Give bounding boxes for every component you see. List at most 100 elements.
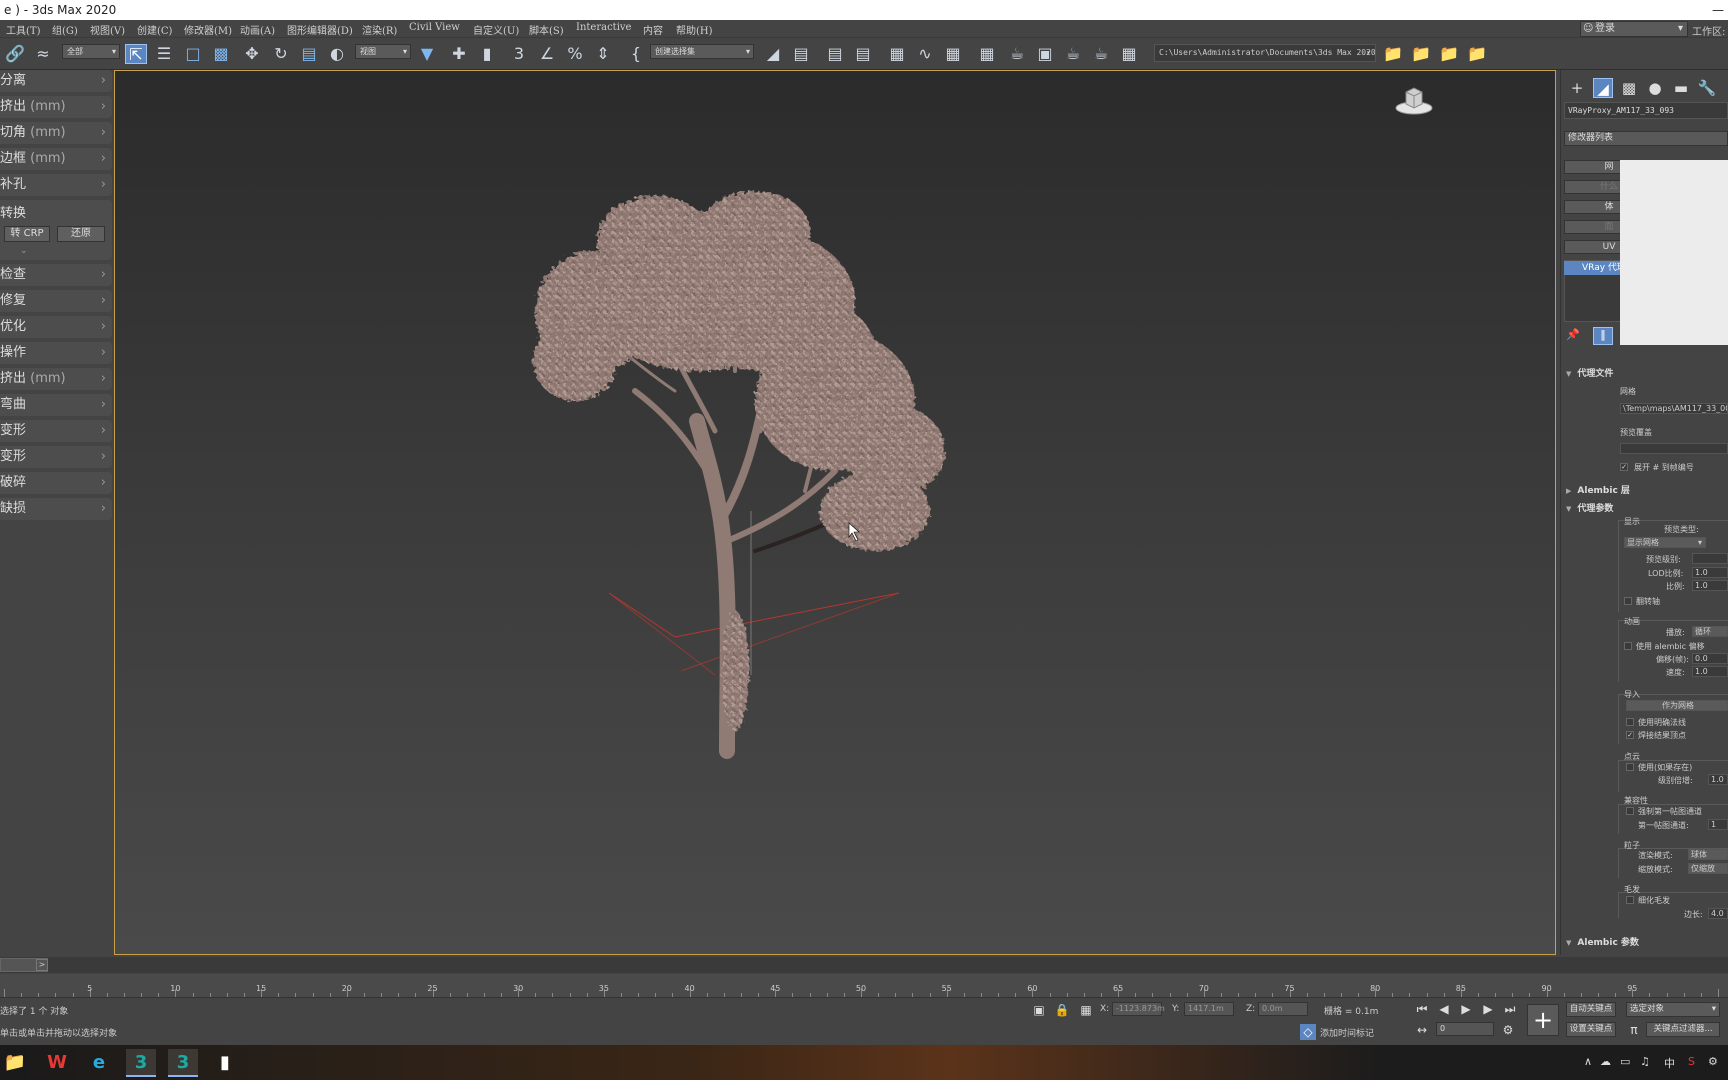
volume-icon[interactable]: ♫ bbox=[1640, 1055, 1650, 1068]
pivot-center-icon[interactable]: ▼ bbox=[416, 44, 438, 64]
add-time-tag[interactable]: 添加时间标记 bbox=[1320, 1026, 1374, 1039]
scale-icon[interactable]: ▤ bbox=[298, 44, 320, 64]
menu-group[interactable]: 组(G) bbox=[52, 22, 78, 37]
schematic-view-icon[interactable]: ▦ bbox=[942, 44, 964, 64]
notification-icon[interactable]: ⚙ bbox=[1708, 1055, 1718, 1068]
expand-frame-checkbox[interactable]: ✓ bbox=[1620, 463, 1628, 471]
lp-item-deform-2[interactable]: 变形 › bbox=[0, 446, 112, 468]
offset-frames-field[interactable]: 0.0 bbox=[1692, 653, 1728, 664]
open-project-icon[interactable]: 📁 bbox=[1438, 44, 1460, 64]
motion-tab-icon[interactable]: ● bbox=[1645, 78, 1665, 98]
modifier-list-dropdown[interactable]: 修改器列表 bbox=[1564, 131, 1728, 146]
menu-interactive[interactable]: Interactive bbox=[576, 22, 631, 33]
project-settings-icon[interactable]: 📁 bbox=[1466, 44, 1488, 64]
menu-help[interactable]: 帮助(H) bbox=[676, 22, 713, 37]
lp-item-extrude-2[interactable]: 挤出 (mm) › bbox=[0, 368, 112, 390]
select-by-name-icon[interactable]: ☰ bbox=[153, 44, 175, 64]
rotate-icon[interactable]: ↻ bbox=[270, 44, 292, 64]
select-manipulate-icon[interactable]: ✚ bbox=[448, 44, 470, 64]
first-map-channel-field[interactable]: 1 bbox=[1708, 819, 1728, 830]
named-selection-icon[interactable]: { bbox=[625, 44, 647, 64]
utilities-tab-icon[interactable]: 🔧 bbox=[1697, 78, 1717, 98]
select-object-icon[interactable]: ⇱ bbox=[125, 44, 147, 64]
play-icon[interactable]: ▶ bbox=[1458, 1001, 1474, 1017]
key-filters-icon[interactable]: π bbox=[1626, 1022, 1642, 1038]
tessellate-hair-checkbox[interactable] bbox=[1626, 896, 1634, 904]
rendered-frame-icon[interactable]: ▣ bbox=[1034, 44, 1056, 64]
level-mult-field[interactable]: 1.0 bbox=[1708, 774, 1728, 785]
curve-editor-icon[interactable]: ∿ bbox=[914, 44, 936, 64]
z-coord-field[interactable]: 0.0m bbox=[1258, 1002, 1308, 1016]
absolute-mode-icon[interactable]: ▦ bbox=[1078, 1002, 1094, 1018]
scene-explorer-icon[interactable]: ▦ bbox=[886, 44, 908, 64]
ime-indicator[interactable]: 中 bbox=[1664, 1055, 1675, 1071]
lp-item-detach[interactable]: 分离 › bbox=[0, 70, 112, 92]
gizmo-y-axis[interactable] bbox=[674, 592, 900, 638]
show-end-result-icon[interactable]: ‖ bbox=[1593, 327, 1613, 345]
time-config-icon[interactable]: ⚙ bbox=[1500, 1022, 1516, 1038]
menu-civil-view[interactable]: Civil View bbox=[409, 22, 460, 33]
go-to-end-icon[interactable]: ⏭ bbox=[1502, 1001, 1518, 1017]
lp-item-shatter[interactable]: 破碎 › bbox=[0, 472, 112, 494]
speed-field[interactable]: 1.0 bbox=[1692, 666, 1728, 677]
go-to-start-icon[interactable]: ⏮ bbox=[1414, 1001, 1430, 1017]
snaps-toggle-icon[interactable]: 3 bbox=[508, 44, 530, 64]
lp-item-border[interactable]: 边框 (mm) › bbox=[0, 148, 112, 170]
perspective-viewport[interactable] bbox=[114, 70, 1556, 955]
viewcube-icon[interactable] bbox=[1394, 82, 1434, 118]
reference-coord-dropdown[interactable]: 视图 ▾ bbox=[355, 44, 411, 59]
project-path-dropdown[interactable]: C:\Users\Administrator\Documents\3ds Max… bbox=[1154, 44, 1376, 62]
auto-key-button[interactable]: 自动关键点 bbox=[1566, 1002, 1616, 1017]
cloud-icon[interactable]: ☁ bbox=[1600, 1055, 1611, 1068]
rollout-proxy-file[interactable]: ▼ 代理文件 bbox=[1566, 366, 1613, 379]
sogou-icon[interactable]: S bbox=[1688, 1055, 1695, 1068]
y-coord-field[interactable]: 1417.1m bbox=[1184, 1002, 1234, 1016]
lp-item-chamfer[interactable]: 切角 (mm) › bbox=[0, 122, 112, 144]
mirror-icon[interactable]: ◢ bbox=[762, 44, 784, 64]
modify-tab-icon[interactable]: ◢ bbox=[1593, 78, 1613, 98]
percent-snap-icon[interactable]: % bbox=[564, 44, 586, 64]
placement-icon[interactable]: ◐ bbox=[326, 44, 348, 64]
x-coord-field[interactable]: -1123.873m bbox=[1112, 1002, 1165, 1016]
align-icon[interactable]: ▤ bbox=[790, 44, 812, 64]
lp-item-optimize[interactable]: 优化 › bbox=[0, 316, 112, 338]
move-icon[interactable]: ✥ bbox=[241, 44, 263, 64]
lp-item-damage[interactable]: 缺损 › bbox=[0, 498, 112, 520]
lock-selection-icon[interactable]: 🔒 bbox=[1054, 1002, 1070, 1018]
toggle-ribbon-icon[interactable]: ▤ bbox=[852, 44, 874, 64]
set-key-button[interactable]: 设置关键点 bbox=[1566, 1022, 1616, 1037]
menu-modifiers[interactable]: 修改器(M) bbox=[184, 22, 232, 37]
render-mode-dropdown[interactable]: 球体 bbox=[1688, 849, 1728, 860]
named-selection-dropdown[interactable]: 创建选择集 ▾ bbox=[650, 44, 754, 59]
max-icon[interactable]: 3 bbox=[126, 1049, 156, 1077]
menu-animation[interactable]: 动画(A) bbox=[240, 22, 275, 37]
set-key-icon[interactable]: + bbox=[1527, 1004, 1559, 1036]
menu-tools[interactable]: 工具(T) bbox=[6, 22, 40, 37]
bind-space-warp-icon[interactable]: ≈ bbox=[32, 44, 54, 64]
network-icon[interactable]: ▭ bbox=[1620, 1055, 1630, 1068]
project-folder-icon[interactable]: 📁 bbox=[1382, 44, 1404, 64]
rollout-alembic-params[interactable]: ▼ Alembic 参数 bbox=[1566, 935, 1639, 948]
ratio-field[interactable]: 1.0 bbox=[1692, 580, 1728, 591]
spinner-snap-icon[interactable]: ⇕ bbox=[592, 44, 614, 64]
lp-item-deform[interactable]: 变形 › bbox=[0, 420, 112, 442]
rollout-alembic-layers[interactable]: ▶ Alembic 层 bbox=[1566, 483, 1630, 496]
edge-icon[interactable]: e bbox=[84, 1049, 114, 1077]
hierarchy-tab-icon[interactable]: ▩ bbox=[1619, 78, 1639, 98]
display-tab-icon[interactable]: ▬ bbox=[1671, 78, 1691, 98]
pin-stack-icon[interactable]: 📌 bbox=[1566, 328, 1580, 341]
isolate-selection-icon[interactable]: ▣ bbox=[1031, 1002, 1047, 1018]
force-first-map-checkbox[interactable] bbox=[1626, 807, 1634, 815]
menu-rendering[interactable]: 渲染(R) bbox=[362, 22, 397, 37]
menu-content[interactable]: 内容 bbox=[643, 22, 663, 37]
set-project-icon[interactable]: 📁 bbox=[1410, 44, 1432, 64]
menu-scripting[interactable]: 脚本(S) bbox=[529, 22, 564, 37]
render-setup-icon[interactable]: ☕ bbox=[1006, 44, 1028, 64]
lod-ratio-field[interactable]: 1.0 bbox=[1692, 567, 1728, 578]
file-icon[interactable]: ▮ bbox=[210, 1049, 240, 1077]
next-frame-icon[interactable]: > bbox=[36, 959, 48, 971]
max-icon-2[interactable]: 3 bbox=[168, 1049, 198, 1077]
use-explicit-normals-checkbox[interactable] bbox=[1626, 718, 1634, 726]
lp-item-check[interactable]: 检查 › bbox=[0, 264, 112, 286]
menu-graph-editors[interactable]: 图形编辑器(D) bbox=[287, 22, 353, 37]
